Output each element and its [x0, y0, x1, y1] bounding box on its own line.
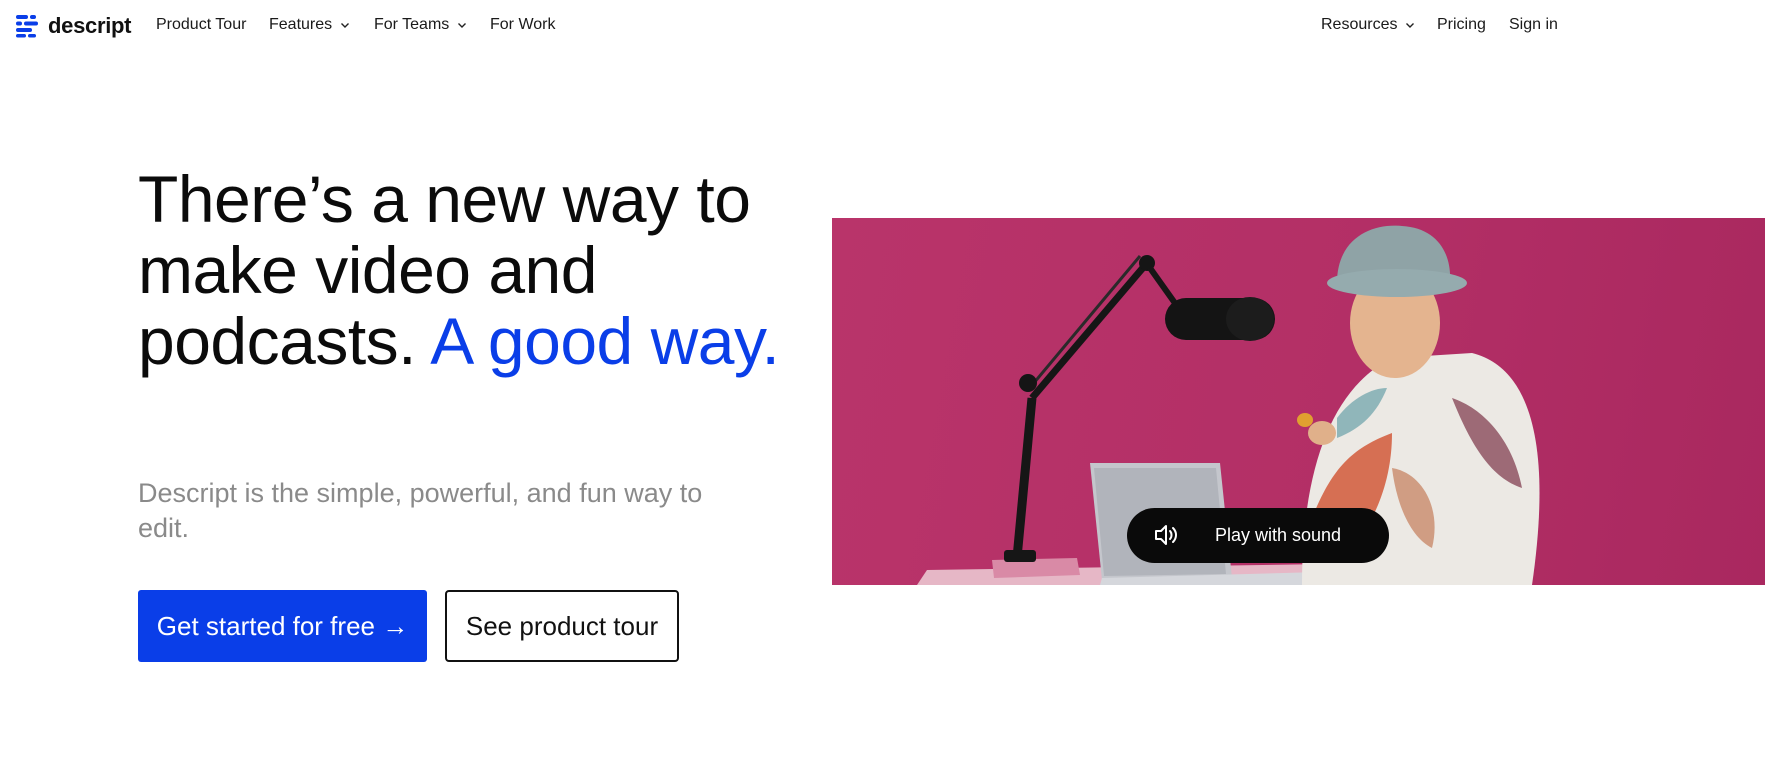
hero-subhead: Descript is the simple, powerful, and fu… — [138, 478, 703, 543]
top-nav: descript Product Tour Features For Teams… — [0, 0, 1765, 52]
play-with-sound-button[interactable]: Play with sound — [1127, 508, 1389, 563]
nav-resources[interactable]: Resources — [1321, 16, 1415, 34]
speaker-icon — [1155, 525, 1177, 545]
chevron-down-icon — [458, 23, 467, 28]
logo-text: descript — [48, 13, 132, 38]
nav-label: For Work — [490, 16, 556, 33]
descript-logo-icon — [16, 15, 38, 38]
logo[interactable]: descript — [16, 12, 131, 40]
product-tour-button[interactable]: See product tour — [445, 590, 679, 662]
get-started-button[interactable]: Get started for free → — [138, 590, 427, 662]
play-label: Play with sound — [1215, 525, 1342, 545]
nav-label: Sign in — [1509, 16, 1558, 33]
nav-label: Product Tour — [156, 16, 247, 33]
chevron-down-icon — [341, 23, 350, 28]
nav-features[interactable]: Features — [269, 16, 350, 34]
hero-headline: There’s a new way to make video and podc… — [138, 164, 798, 377]
nav-label: Features — [269, 16, 333, 33]
nav-label: Pricing — [1437, 16, 1486, 33]
chevron-down-icon — [1406, 23, 1415, 28]
nav-product-tour[interactable]: Product Tour — [156, 16, 246, 34]
nav-label: Resources — [1321, 16, 1398, 33]
hero-video[interactable]: Play with sound — [832, 218, 1765, 585]
page: descript Product Tour Features For Teams… — [0, 0, 1765, 758]
nav-label: For Teams — [374, 16, 450, 33]
nav-for-teams[interactable]: For Teams — [374, 16, 467, 34]
nav-for-work[interactable]: For Work — [490, 16, 555, 34]
nav-pricing[interactable]: Pricing — [1437, 16, 1486, 34]
headline-accent: A good way. — [430, 304, 780, 378]
nav-sign-in[interactable]: Sign in — [1509, 16, 1558, 34]
